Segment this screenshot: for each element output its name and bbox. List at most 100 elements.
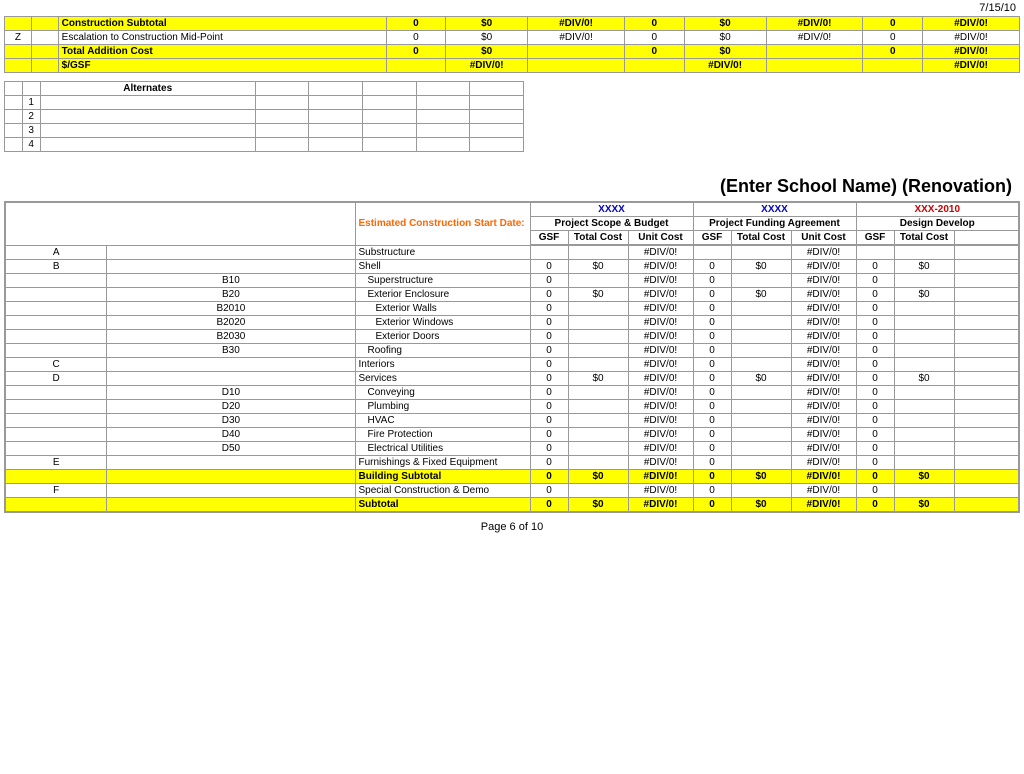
alt-row1-letter — [5, 96, 23, 110]
row-b2030-uc1: #DIV/0! — [628, 330, 693, 344]
row-b-gsf1: 0 — [530, 260, 568, 274]
row-e-gsf1: 0 — [530, 456, 568, 470]
row-a-uc1: #DIV/0! — [628, 245, 693, 260]
st-tc1: $0 — [568, 498, 628, 513]
tac-gsf: 0 — [386, 45, 446, 59]
row-c-desc: Interiors — [355, 358, 530, 372]
row-b-uc3 — [954, 260, 1019, 274]
st-gsf3: 0 — [856, 498, 894, 513]
row-b2010-div — [5, 302, 107, 316]
row-b30-tc3 — [894, 344, 954, 358]
row-d30: D30 HVAC 0 #DIV/0! 0 #DIV/0! 0 — [5, 414, 1019, 428]
alt-row2-desc — [40, 110, 255, 124]
row-b20-uc1: #DIV/0! — [628, 288, 693, 302]
row-b2030: B2030 Exterior Doors 0 #DIV/0! 0 #DIV/0!… — [5, 330, 1019, 344]
row-d10-tc3 — [894, 386, 954, 400]
row-b2010-gsf1: 0 — [530, 302, 568, 316]
row-d10-div — [5, 386, 107, 400]
row-e-uc1: #DIV/0! — [628, 456, 693, 470]
row-b30-uc2: #DIV/0! — [791, 344, 856, 358]
row-d40-uc3 — [954, 428, 1019, 442]
psb-group-label: Project Scope & Budget — [530, 217, 693, 231]
row-b2020-desc: Exterior Windows — [355, 316, 530, 330]
alt-col3 — [363, 82, 417, 96]
row-f-uc2: #DIV/0! — [791, 484, 856, 498]
row-b10-gsf3: 0 — [856, 274, 894, 288]
row-d40-desc: Fire Protection — [355, 428, 530, 442]
row-d20-tc1 — [568, 400, 628, 414]
dd-group-label: Design Develop — [856, 217, 1019, 231]
row-b2010-tc2 — [731, 302, 791, 316]
row-d20: D20 Plumbing 0 #DIV/0! 0 #DIV/0! 0 — [5, 400, 1019, 414]
row-c-gsf3: 0 — [856, 358, 894, 372]
row-b: B Shell 0 $0 #DIV/0! 0 $0 #DIV/0! 0 $0 — [5, 260, 1019, 274]
gsf-val1: #DIV/0! — [446, 59, 528, 73]
construction-start-label: Estimated Construction Start Date: — [359, 218, 525, 229]
row-d50-gsf1: 0 — [530, 442, 568, 456]
row-b2020: B2020 Exterior Windows 0 #DIV/0! 0 #DIV/… — [5, 316, 1019, 330]
row-c: C Interiors 0 #DIV/0! 0 #DIV/0! 0 — [5, 358, 1019, 372]
row-d50-div — [5, 442, 107, 456]
row-b-tc2: $0 — [731, 260, 791, 274]
row-e-gsf2: 0 — [693, 456, 731, 470]
bs-uc1: #DIV/0! — [628, 470, 693, 484]
alternates-title: Alternates — [40, 82, 255, 96]
alt-row3-num: 3 — [22, 124, 40, 138]
alt-row4-num: 4 — [22, 138, 40, 152]
gsf-label: $/GSF — [58, 59, 386, 73]
row-d30-desc: HVAC — [355, 414, 530, 428]
row-d30-uc2: #DIV/0! — [791, 414, 856, 428]
row-d20-uc1: #DIV/0! — [628, 400, 693, 414]
cs-uc2: #DIV/0! — [766, 17, 863, 31]
row-b10-tc3 — [894, 274, 954, 288]
gsf-gsf — [386, 59, 446, 73]
gsf-val3: #DIV/0! — [923, 59, 1020, 73]
page-date: 7/15/10 — [0, 0, 1024, 16]
row-e-desc: Furnishings & Fixed Equipment — [355, 456, 530, 470]
alt-row1-num: 1 — [22, 96, 40, 110]
top-row-letter — [5, 17, 32, 31]
row-a: A Substructure #DIV/0! #DIV/0! — [5, 245, 1019, 260]
row-d40-uc2: #DIV/0! — [791, 428, 856, 442]
row-d20-div — [5, 400, 107, 414]
gsf-gsf2 — [625, 59, 685, 73]
pfa-label: XXXX — [693, 202, 856, 217]
alt-row4-c3 — [363, 138, 417, 152]
row-b20-tc1: $0 — [568, 288, 628, 302]
row-d: D Services 0 $0 #DIV/0! 0 $0 #DIV/0! 0 $… — [5, 372, 1019, 386]
esc-uc3: #DIV/0! — [923, 31, 1020, 45]
bs-tc1: $0 — [568, 470, 628, 484]
row-b2020-uc3 — [954, 316, 1019, 330]
row-subtotal: Subtotal 0 $0 #DIV/0! 0 $0 #DIV/0! 0 $0 — [5, 498, 1019, 513]
row-f-div: F — [5, 484, 107, 498]
tac-gsf3: 0 — [863, 45, 923, 59]
row-b20-uc3 — [954, 288, 1019, 302]
row-b20-sub: B20 — [107, 288, 355, 302]
row-b30-gsf2: 0 — [693, 344, 731, 358]
psb-label: XXXX — [530, 202, 693, 217]
total-addition-label: Total Addition Cost — [58, 45, 386, 59]
row-b10-uc1: #DIV/0! — [628, 274, 693, 288]
alt-row4-c2 — [309, 138, 363, 152]
row-d40-tc2 — [731, 428, 791, 442]
alt-row3-c2 — [309, 124, 363, 138]
row-d10-tc1 — [568, 386, 628, 400]
row-d50-uc3 — [954, 442, 1019, 456]
alt-row2-c4 — [416, 110, 470, 124]
row-f-gsf2: 0 — [693, 484, 731, 498]
row-b30-div — [5, 344, 107, 358]
row-b10-uc3 — [954, 274, 1019, 288]
row-d20-tc2 — [731, 400, 791, 414]
row-c-uc2: #DIV/0! — [791, 358, 856, 372]
alt-row4-c4 — [416, 138, 470, 152]
row-d20-uc3 — [954, 400, 1019, 414]
row-b20-gsf2: 0 — [693, 288, 731, 302]
bs-div — [5, 470, 107, 484]
row-d50-tc2 — [731, 442, 791, 456]
row-d40-tc3 — [894, 428, 954, 442]
st-uc1: #DIV/0! — [628, 498, 693, 513]
bs-tc3: $0 — [894, 470, 954, 484]
row-b10-div — [5, 274, 107, 288]
row-b2030-tc3 — [894, 330, 954, 344]
row-c-gsf2: 0 — [693, 358, 731, 372]
